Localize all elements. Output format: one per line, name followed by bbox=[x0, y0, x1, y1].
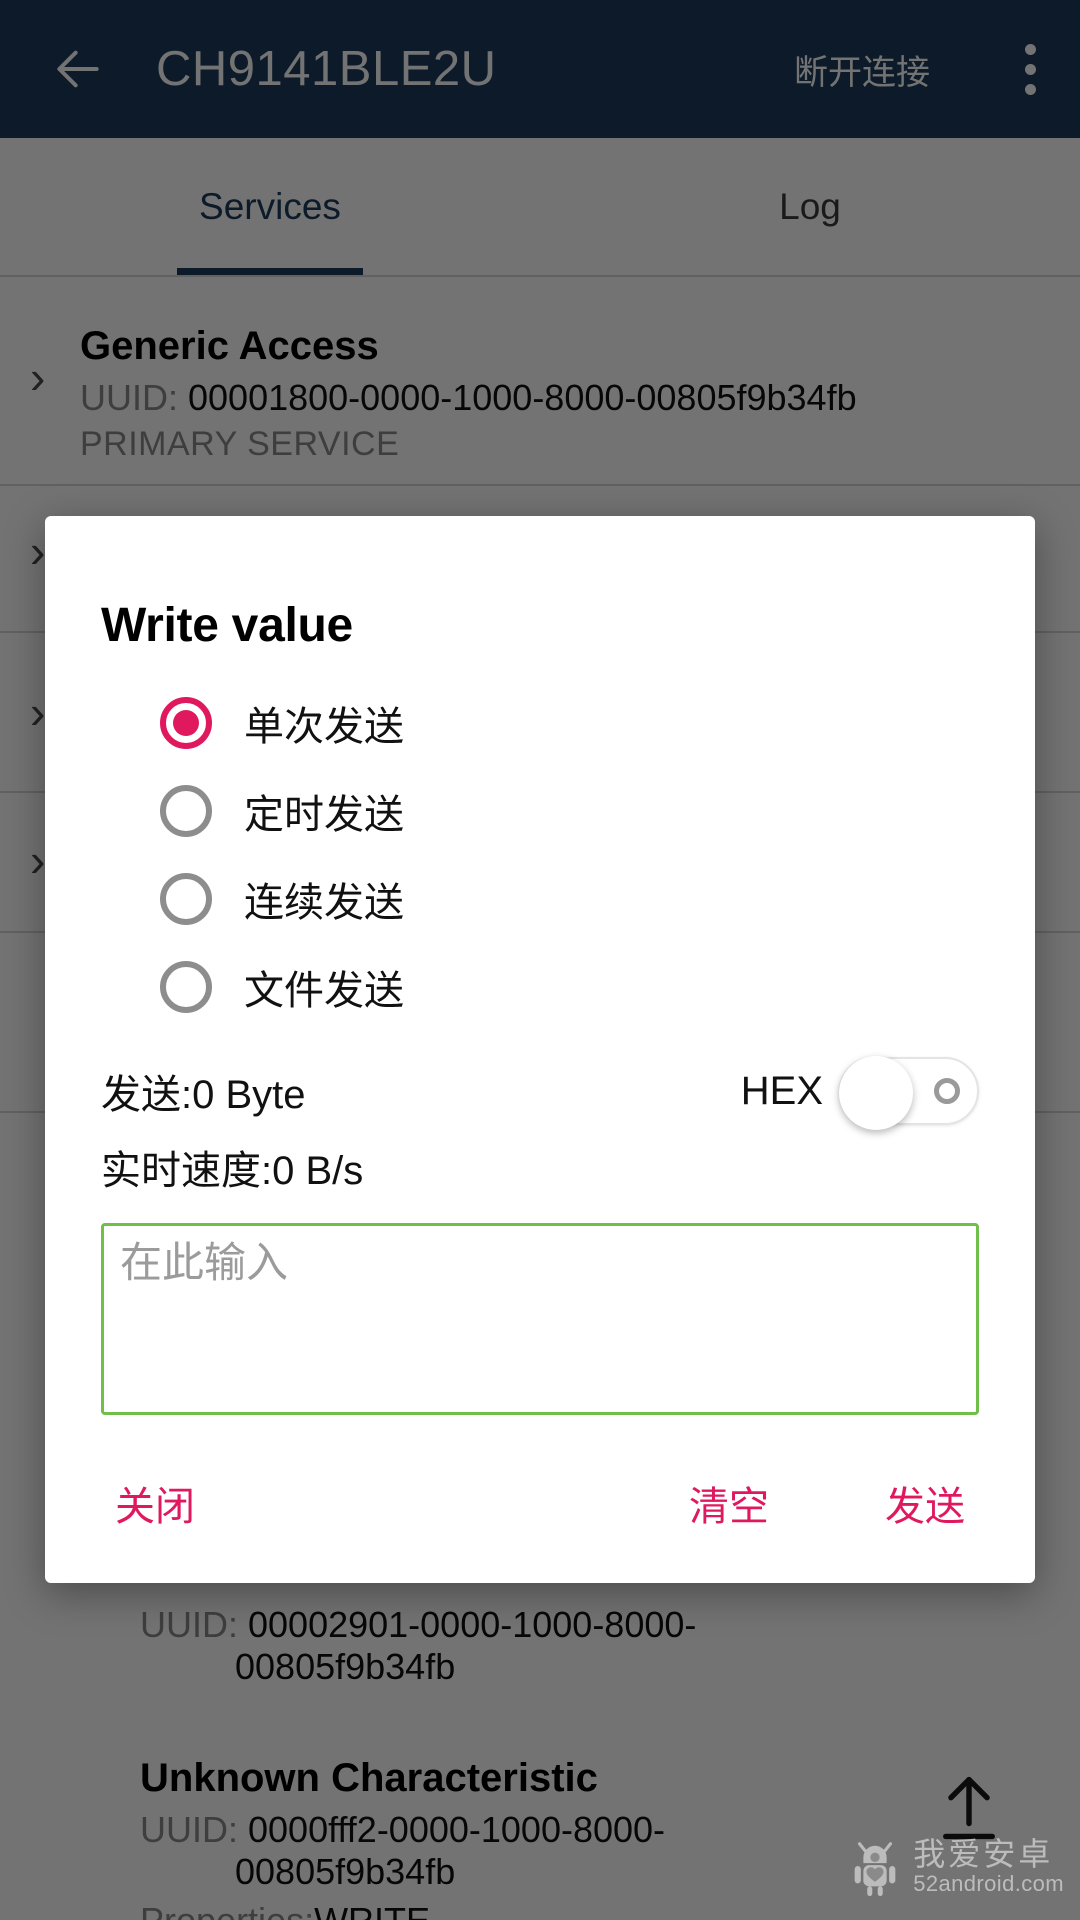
watermark-text: 我爱安卓 52android.com bbox=[913, 1836, 1064, 1896]
watermark-name: 我爱安卓 bbox=[913, 1836, 1054, 1873]
radio-label: 连续发送 bbox=[244, 881, 404, 925]
dialog-title: Write value bbox=[101, 599, 353, 652]
radio-icon-checked[interactable] bbox=[160, 697, 212, 749]
sent-bytes-row: 发送:0 Byte HEX bbox=[45, 1053, 1035, 1130]
write-input-wrapper bbox=[101, 1223, 979, 1420]
clear-button[interactable]: 清空 bbox=[667, 1460, 791, 1546]
radio-label: 定时发送 bbox=[244, 793, 404, 837]
write-value-input[interactable] bbox=[101, 1223, 979, 1415]
android-bug-icon bbox=[854, 1842, 896, 1897]
radio-option-single-send[interactable]: 单次发送 bbox=[45, 679, 1035, 767]
realtime-speed-row: 实时速度:0 B/s bbox=[45, 1129, 1035, 1205]
radio-icon-unchecked[interactable] bbox=[160, 785, 212, 837]
send-mode-radio-group: 单次发送 定时发送 连续发送 文件发送 bbox=[45, 679, 1035, 1031]
sent-bytes-value: 发送:0 Byte bbox=[101, 1073, 306, 1117]
hex-toggle-group: HEX bbox=[740, 1056, 979, 1130]
send-button[interactable]: 发送 bbox=[863, 1460, 987, 1546]
hex-toggle-switch[interactable] bbox=[839, 1056, 979, 1130]
realtime-speed-value: 实时速度:0 B/s bbox=[101, 1149, 364, 1193]
watermark-url: 52android.com bbox=[913, 1870, 1064, 1896]
watermark: 我爱安卓 52android.com bbox=[847, 1836, 1064, 1898]
screen: CH9141BLE2U 断开连接 Services Log › Generic … bbox=[0, 0, 1080, 1920]
radio-option-file-send[interactable]: 文件发送 bbox=[45, 943, 1035, 1031]
radio-option-continuous-send[interactable]: 连续发送 bbox=[45, 855, 1035, 943]
radio-label: 单次发送 bbox=[244, 705, 404, 749]
radio-icon-unchecked[interactable] bbox=[160, 873, 212, 925]
write-value-dialog: Write value 单次发送 定时发送 连续发送 文件发送 发送:0 Byt… bbox=[45, 516, 1035, 1583]
radio-label: 文件发送 bbox=[244, 969, 404, 1013]
close-button[interactable]: 关闭 bbox=[93, 1460, 217, 1546]
toggle-knob[interactable] bbox=[839, 1056, 913, 1130]
radio-option-timed-send[interactable]: 定时发送 bbox=[45, 767, 1035, 855]
hex-label: HEX bbox=[740, 1068, 823, 1113]
dialog-action-bar: 关闭 清空 发送 bbox=[45, 1423, 1035, 1583]
radio-dot bbox=[173, 710, 199, 736]
toggle-off-indicator bbox=[934, 1078, 960, 1104]
radio-icon-unchecked[interactable] bbox=[160, 961, 212, 1013]
